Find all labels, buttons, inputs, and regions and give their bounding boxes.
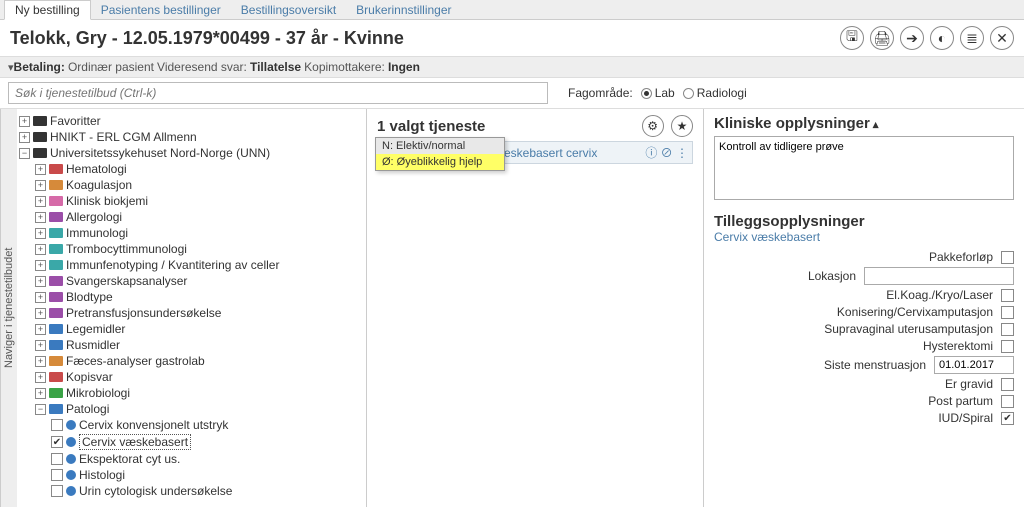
tree-cervix-konv[interactable]: Cervix konvensjonelt utstryk <box>51 417 364 433</box>
tree-rusmidler[interactable]: +Rusmidler <box>35 337 364 353</box>
tree-cervix-vask[interactable]: Cervix væskebasert <box>51 433 364 451</box>
additional-info-title: Tilleggsopplysninger <box>714 213 1014 230</box>
tree-patologi[interactable]: −Patologi <box>35 401 364 417</box>
tree-mikro[interactable]: +Mikrobiologi <box>35 385 364 401</box>
tree-urin[interactable]: Urin cytologisk undersøkelse <box>51 483 364 499</box>
fagomrade-label: Fagområde: <box>568 86 633 100</box>
clinical-info-textarea[interactable] <box>714 136 1014 200</box>
priority-menu: N: Elektiv/normal Ø: Øyeblikkelig hjelp <box>375 137 505 171</box>
cb-iud[interactable] <box>1001 412 1014 425</box>
tree-hematologi[interactable]: +Hematologi <box>35 161 364 177</box>
tree-faeces[interactable]: +Fæces-analyser gastrolab <box>35 353 364 369</box>
additional-sublink[interactable]: Cervix væskebasert <box>714 230 1014 244</box>
tree-hnikt[interactable]: +HNIKT - ERL CGM Allmenn <box>19 129 364 145</box>
forward-icon[interactable]: ➔ <box>900 26 924 50</box>
tree-klinisk[interactable]: +Klinisk biokjemi <box>35 193 364 209</box>
tree-unn[interactable]: −Universitetssykehuset Nord-Norge (UNN) <box>19 145 364 161</box>
tree-histologi[interactable]: Histologi <box>51 467 364 483</box>
patient-info: Telokk, Gry - 12.05.1979*00499 - 37 år -… <box>10 28 404 49</box>
cb-konisering[interactable] <box>1001 306 1014 319</box>
close-icon[interactable]: ✕ <box>990 26 1014 50</box>
clinical-info-title[interactable]: Kliniske opplysninger <box>714 115 1014 132</box>
sidebar-label: Naviger i tjenestetilbudet <box>0 109 17 507</box>
star-icon[interactable]: ★ <box>671 115 693 137</box>
tree-svangerskap[interactable]: +Svangerskapsanalyser <box>35 273 364 289</box>
cb-gravid[interactable] <box>1001 378 1014 391</box>
cb-elkoag[interactable] <box>1001 289 1014 302</box>
tab-ny-bestilling[interactable]: Ny bestilling <box>4 0 91 20</box>
tree-immunologi[interactable]: +Immunologi <box>35 225 364 241</box>
radio-radiologi[interactable]: Radiologi <box>683 86 747 100</box>
cb-postpartum[interactable] <box>1001 395 1014 408</box>
cb-pakke[interactable] <box>1001 251 1014 264</box>
tree-favoritter[interactable]: +Favoritter <box>19 113 364 129</box>
search-input[interactable] <box>8 82 548 104</box>
tree-pretrans[interactable]: +Pretransfusjonsundersøkelse <box>35 305 364 321</box>
info-icon[interactable]: ⓘ ⊘ ⋮ <box>645 144 688 161</box>
service-tree: +Favoritter +HNIKT - ERL CGM Allmenn −Un… <box>17 109 367 507</box>
print-icon[interactable]: 🖨 <box>870 26 894 50</box>
priority-elektiv[interactable]: N: Elektiv/normal <box>376 138 504 154</box>
tree-allergologi[interactable]: +Allergologi <box>35 209 364 225</box>
inp-siste-mens[interactable] <box>934 356 1014 374</box>
save-icon[interactable]: 🖫 <box>840 26 864 50</box>
inp-lokasjon[interactable] <box>864 267 1014 285</box>
globe-icon[interactable]: ◐ <box>930 26 954 50</box>
gear-icon[interactable]: ⚙ <box>642 115 664 137</box>
tab-pasientens[interactable]: Pasientens bestillinger <box>91 1 231 19</box>
cb-hysterektomi[interactable] <box>1001 340 1014 353</box>
tab-oversikt[interactable]: Bestillingsoversikt <box>231 1 346 19</box>
tab-brukerinnstillinger[interactable]: Brukerinnstillinger <box>346 1 461 19</box>
list-icon[interactable]: ≣ <box>960 26 984 50</box>
radio-lab[interactable]: Lab <box>641 86 675 100</box>
tree-koagulasjon[interactable]: +Koagulasjon <box>35 177 364 193</box>
tree-blodtype[interactable]: +Blodtype <box>35 289 364 305</box>
tree-legemidler[interactable]: +Legemidler <box>35 321 364 337</box>
priority-oyeblikkelig[interactable]: Ø: Øyeblikkelig hjelp <box>376 154 504 170</box>
tab-bar: Ny bestilling Pasientens bestillinger Be… <box>0 0 1024 20</box>
tree-trombocytt[interactable]: +Trombocyttimmunologi <box>35 241 364 257</box>
tree-kopisvar[interactable]: +Kopisvar <box>35 369 364 385</box>
sub-bar: ▾Betaling: Ordinær pasient Videresend sv… <box>0 56 1024 78</box>
tree-immunfeno[interactable]: +Immunfenotyping / Kvantitering av celle… <box>35 257 364 273</box>
cb-supravag[interactable] <box>1001 323 1014 336</box>
selected-services-title: 1 valgt tjeneste <box>377 118 485 135</box>
tree-ekspektorat[interactable]: Ekspektorat cyt us. <box>51 451 364 467</box>
